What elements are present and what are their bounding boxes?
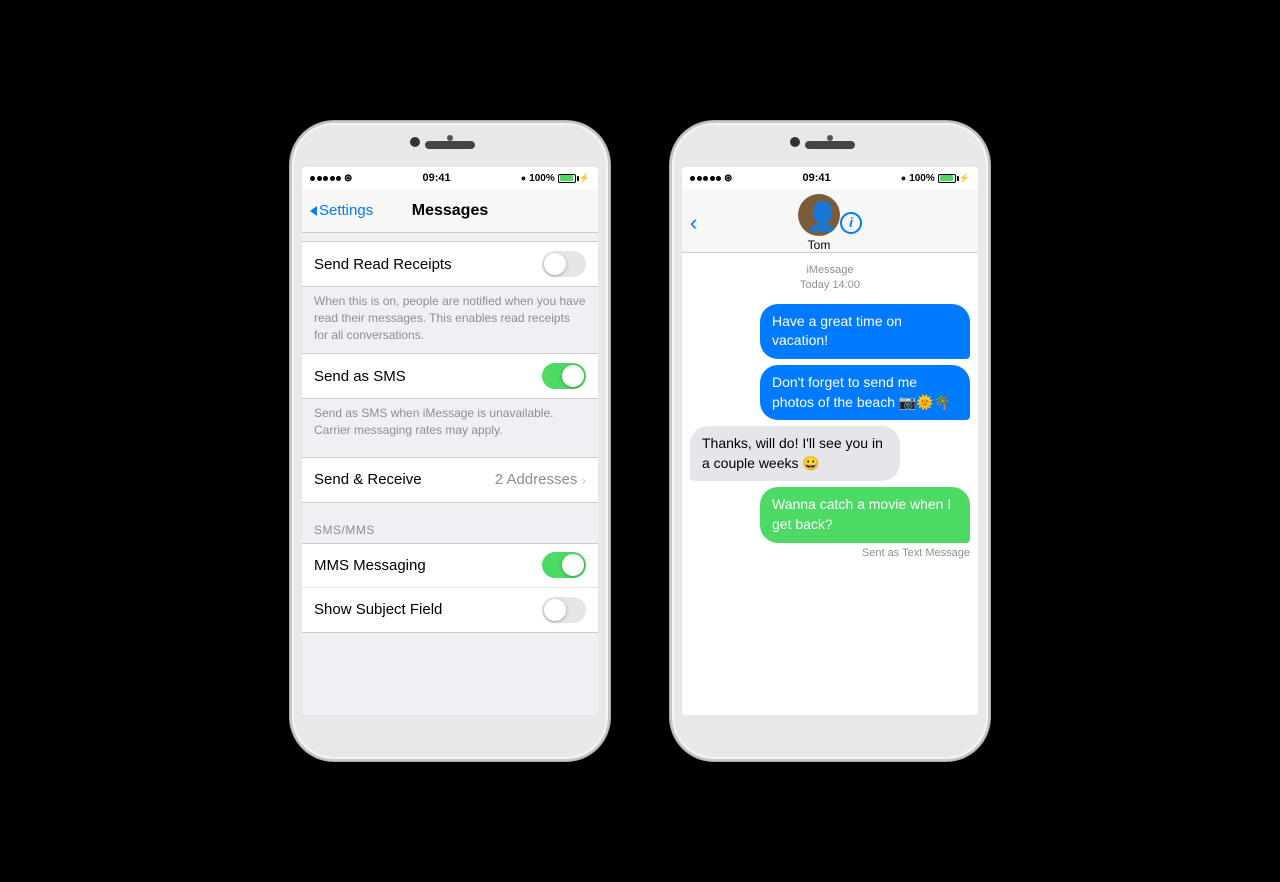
contact-header[interactable]: Tom xyxy=(798,194,840,252)
send-receive-value: 2 Addresses › xyxy=(495,471,586,488)
settings-content: Send Read Receipts When this is on, peop… xyxy=(302,233,598,715)
battery-icon-2 xyxy=(938,174,956,183)
send-as-sms-row[interactable]: Send as SMS xyxy=(302,354,598,398)
mms-messaging-row[interactable]: MMS Messaging xyxy=(302,544,598,588)
message-2: Don't forget to send me photos of the be… xyxy=(760,365,970,420)
send-read-receipts-row[interactable]: Send Read Receipts xyxy=(302,242,598,286)
addresses-count: 2 Addresses xyxy=(495,471,578,488)
camera-icon xyxy=(410,137,420,147)
status-left: ⊛ xyxy=(310,173,352,184)
settings-back-button[interactable]: Settings xyxy=(310,202,373,219)
messages-screen: ⊛ 09:41 ● 100% ⚡ ‹ Tom i iMes xyxy=(682,167,978,715)
chevron-right-icon: › xyxy=(581,472,586,488)
sent-as-text-label: Sent as Text Message xyxy=(862,547,970,559)
message-1: Have a great time on vacation! xyxy=(760,304,970,359)
charging-icon-2: ⚡ xyxy=(959,173,970,184)
wifi-icon-2: ⊛ xyxy=(724,173,732,184)
battery-percent: 100% xyxy=(529,173,555,184)
message-timestamp: iMessage Today 14:00 xyxy=(690,263,970,294)
messages-back-button[interactable]: ‹ xyxy=(690,210,697,236)
send-receive-container: Send & Receive 2 Addresses › xyxy=(302,457,598,503)
status-time-2: 09:41 xyxy=(803,172,831,184)
contact-name: Tom xyxy=(808,238,831,252)
status-right-2: ● 100% ⚡ xyxy=(901,173,970,184)
speaker-grille-2 xyxy=(805,141,855,149)
send-receive-row[interactable]: Send & Receive 2 Addresses › xyxy=(302,458,598,502)
show-subject-toggle[interactable] xyxy=(542,597,586,623)
signal-icon-2 xyxy=(690,176,721,181)
contact-avatar xyxy=(798,194,840,236)
read-receipts-description: When this is on, people are notified whe… xyxy=(302,287,598,353)
speaker-grille xyxy=(425,141,475,149)
messages-navbar: ‹ Tom i xyxy=(682,189,978,253)
phone-settings: ⊛ 09:41 ● 100% ⚡ Settings Messages xyxy=(290,121,610,761)
status-right: ● 100% ⚡ xyxy=(521,173,590,184)
chevron-left-icon xyxy=(310,206,317,216)
lock-icon-2: ● xyxy=(901,173,906,183)
mms-messaging-label: MMS Messaging xyxy=(314,557,426,574)
status-bar-2: ⊛ 09:41 ● 100% ⚡ xyxy=(682,167,978,189)
send-as-sms-section: Send as SMS Send as SMS when iMessage is… xyxy=(302,353,598,449)
info-button[interactable]: i xyxy=(840,212,862,234)
sms-mms-section: SMS/MMS MMS Messaging Show Subject Field xyxy=(302,503,598,633)
toggle-knob-2 xyxy=(562,365,584,387)
status-time: 09:41 xyxy=(423,172,451,184)
sms-mms-header: SMS/MMS xyxy=(302,503,598,543)
read-receipts-row: Send Read Receipts xyxy=(302,241,598,287)
phone-messages: ⊛ 09:41 ● 100% ⚡ ‹ Tom i iMes xyxy=(670,121,990,761)
message-4: Wanna catch a movie when I get back? xyxy=(760,487,970,542)
sms-mms-container: MMS Messaging Show Subject Field xyxy=(302,543,598,633)
settings-page-title: Messages xyxy=(412,202,489,220)
toggle-knob-3 xyxy=(562,554,584,576)
toggle-knob-4 xyxy=(544,599,566,621)
timestamp-type: iMessage xyxy=(690,263,970,278)
send-as-sms-toggle[interactable] xyxy=(542,363,586,389)
show-subject-row[interactable]: Show Subject Field xyxy=(302,588,598,632)
send-receive-section: Send & Receive 2 Addresses › xyxy=(302,457,598,503)
read-receipts-label: Send Read Receipts xyxy=(314,256,452,273)
show-subject-label: Show Subject Field xyxy=(314,601,442,618)
message-3: Thanks, will do! I'll see you in a coupl… xyxy=(690,426,900,481)
toggle-knob xyxy=(544,253,566,275)
timestamp-time: Today 14:00 xyxy=(690,278,970,293)
status-left-2: ⊛ xyxy=(690,173,732,184)
settings-navbar: Settings Messages xyxy=(302,189,598,233)
mms-messaging-toggle[interactable] xyxy=(542,552,586,578)
camera-icon-2 xyxy=(790,137,800,147)
send-as-sms-row-container: Send as SMS xyxy=(302,353,598,399)
send-receive-label: Send & Receive xyxy=(314,471,422,488)
wifi-icon: ⊛ xyxy=(344,173,352,184)
battery-icon xyxy=(558,174,576,183)
back-label: Settings xyxy=(319,202,373,219)
settings-screen: ⊛ 09:41 ● 100% ⚡ Settings Messages xyxy=(302,167,598,715)
messages-list: iMessage Today 14:00 Have a great time o… xyxy=(682,253,978,715)
battery-percent-2: 100% xyxy=(909,173,935,184)
read-receipts-toggle[interactable] xyxy=(542,251,586,277)
send-as-sms-description: Send as SMS when iMessage is unavailable… xyxy=(302,399,598,449)
signal-icon xyxy=(310,176,341,181)
status-bar: ⊛ 09:41 ● 100% ⚡ xyxy=(302,167,598,189)
read-receipts-section: Send Read Receipts When this is on, peop… xyxy=(302,241,598,353)
lock-icon: ● xyxy=(521,173,526,183)
charging-icon: ⚡ xyxy=(579,173,590,184)
send-as-sms-label: Send as SMS xyxy=(314,368,406,385)
